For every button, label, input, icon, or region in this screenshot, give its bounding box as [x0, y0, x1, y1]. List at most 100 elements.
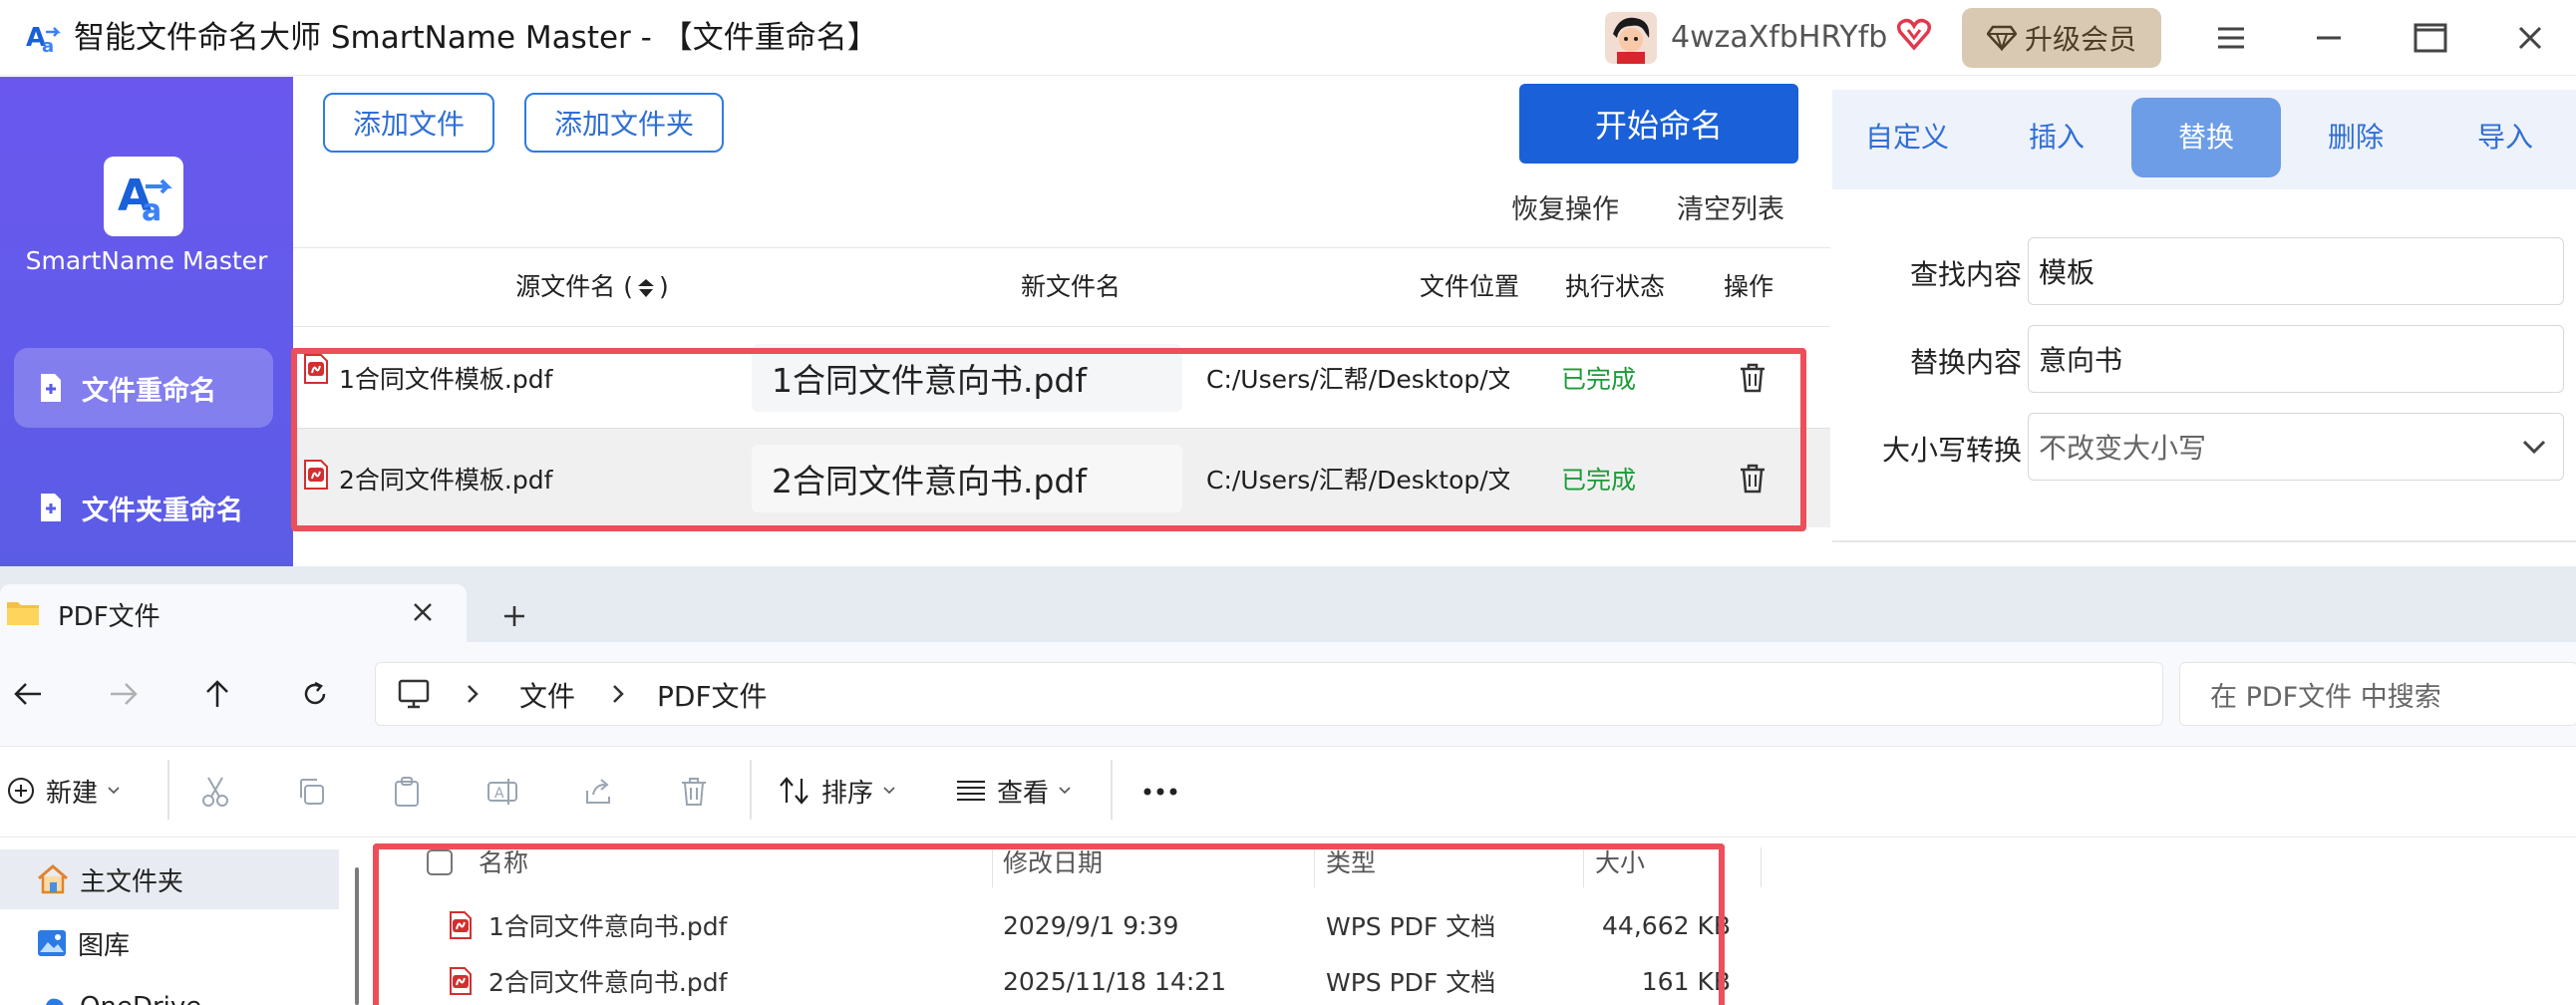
title-bar: A a 智能文件命名大师 SmartName Master - 【文件重命名】 … [0, 0, 2576, 76]
file-modified: 2025/11/18 14:21 [1003, 966, 1227, 996]
file-size: 44,662 KB [1602, 910, 1731, 940]
column-header-type[interactable]: 类型 [1326, 843, 1376, 879]
table-row[interactable]: 1合同文件模板.pdf 1合同文件意向书.pdf C:/Users/汇帮/Des… [293, 328, 1830, 428]
cut-icon[interactable] [193, 770, 237, 814]
brand-name: SmartName Master [25, 246, 268, 275]
file-name: 1合同文件意向书.pdf [488, 912, 728, 941]
table-empty-area [293, 527, 1830, 566]
refresh-icon[interactable] [289, 668, 341, 720]
vip-heart-icon [1894, 14, 1934, 54]
column-header-new-name: 新文件名 [1020, 272, 1121, 301]
back-arrow-icon[interactable] [2, 668, 54, 720]
pdf-icon [303, 354, 329, 384]
status-badge: 已完成 [1561, 466, 1637, 495]
find-input[interactable]: 模板 [2028, 237, 2564, 305]
clear-list-button[interactable]: 清空列表 [1677, 187, 1784, 226]
new-filename-input[interactable]: 1合同文件意向书.pdf [752, 344, 1182, 412]
divider [167, 760, 169, 820]
rename-icon[interactable]: A [481, 770, 524, 814]
close-icon[interactable] [2506, 14, 2554, 62]
up-arrow-icon[interactable] [191, 668, 243, 720]
diamond-icon [1986, 25, 2017, 51]
address-bar[interactable]: 文件 PDF文件 [375, 662, 2163, 726]
new-tab-icon[interactable] [494, 596, 534, 636]
column-divider [1761, 847, 1762, 887]
nav-item-gallery[interactable]: 图库 [0, 913, 339, 973]
tab-delete[interactable]: 删除 [2281, 98, 2430, 177]
minimize-icon[interactable] [2305, 14, 2353, 62]
plus-circle-icon [6, 776, 36, 806]
list-view-icon [955, 778, 987, 804]
delete-icon[interactable] [672, 770, 716, 814]
cloud-icon [36, 995, 70, 1005]
replace-input[interactable]: 意向书 [2028, 325, 2564, 393]
column-header-source[interactable]: 源文件名 () [383, 248, 802, 326]
explorer-tab[interactable]: PDF文件 [0, 584, 467, 642]
upgrade-label: 升级会员 [2024, 23, 2136, 56]
rule-tabs: 自定义 插入 替换 删除 导入 [1832, 90, 2576, 189]
sidebar-item-label: 文件重命名 [82, 375, 216, 407]
new-filename-input[interactable]: 2合同文件意向书.pdf [752, 445, 1182, 512]
case-select[interactable]: 不改变大小写 [2028, 413, 2564, 481]
copy-icon[interactable] [289, 770, 333, 814]
add-file-button[interactable]: 添加文件 [323, 93, 494, 153]
user-avatar[interactable] [1605, 12, 1657, 64]
svg-text:a: a [142, 193, 161, 228]
file-location-cell: C:/Users/汇帮/Desktop/文件 [1206, 365, 1509, 394]
tab-insert[interactable]: 插入 [1982, 98, 2131, 177]
find-label: 查找内容 [1909, 258, 2022, 291]
sort-icon [635, 277, 657, 299]
view-button[interactable]: 查看 [955, 768, 1071, 814]
close-tab-icon[interactable] [409, 598, 437, 626]
sort-button[interactable]: 排序 [778, 768, 895, 814]
file-list-item[interactable]: 1合同文件意向书.pdf 2029/9/1 9:39 WPS PDF 文档 44… [379, 897, 1735, 953]
new-button[interactable]: 新建 [6, 768, 120, 814]
breadcrumb-item[interactable]: PDF文件 [657, 675, 768, 715]
column-header-size[interactable]: 大小 [1595, 843, 1645, 879]
sidebar-item-folder-rename[interactable]: 文件夹重命名 [14, 468, 273, 547]
file-plus-icon [38, 373, 64, 403]
column-header-action: 操作 [1723, 272, 1773, 301]
table-row[interactable]: 2合同文件模板.pdf 2合同文件意向书.pdf C:/Users/汇帮/Des… [293, 428, 1830, 527]
svg-text:A: A [494, 786, 504, 802]
undo-button[interactable]: 恢复操作 [1511, 187, 1619, 226]
nav-item-onedrive[interactable]: OneDrive [0, 977, 339, 1005]
trash-icon[interactable] [1739, 328, 1782, 428]
file-list-item[interactable]: 2合同文件意向书.pdf 2025/11/18 14:21 WPS PDF 文档… [379, 953, 1735, 1005]
navpane-scrollbar[interactable] [355, 867, 359, 1005]
tab-replace[interactable]: 替换 [2131, 98, 2281, 177]
pdf-icon [303, 460, 329, 490]
add-folder-button[interactable]: 添加文件夹 [524, 93, 724, 153]
chevron-right-icon [466, 683, 480, 705]
column-divider [992, 847, 993, 887]
pdf-icon [449, 897, 473, 953]
search-input[interactable]: 在 PDF文件 中搜索 [2179, 662, 2576, 726]
maximize-icon[interactable] [2407, 14, 2454, 62]
breadcrumb-item[interactable]: 文件 [519, 675, 575, 715]
window-title: 智能文件命名大师 SmartName Master - 【文件重命名】 [74, 20, 878, 56]
paste-icon[interactable] [385, 770, 429, 814]
tab-custom[interactable]: 自定义 [1832, 98, 1982, 177]
start-rename-button[interactable]: 开始命名 [1519, 84, 1798, 164]
menu-icon[interactable] [2207, 14, 2255, 62]
select-all-checkbox[interactable] [427, 849, 453, 875]
sort-icon [778, 776, 811, 806]
trash-icon[interactable] [1739, 429, 1782, 528]
column-header-name[interactable]: 名称 [479, 843, 528, 879]
upgrade-vip-button[interactable]: 升级会员 [1962, 8, 2161, 68]
more-options-icon[interactable] [1138, 770, 1182, 814]
share-icon[interactable] [576, 770, 620, 814]
forward-arrow-icon[interactable] [98, 668, 150, 720]
svg-text:a: a [42, 36, 54, 56]
chevron-right-icon [611, 683, 625, 705]
home-icon [36, 864, 70, 894]
sidebar-item-file-rename[interactable]: 文件重命名 [14, 348, 273, 428]
nav-item-home[interactable]: 主文件夹 [0, 849, 339, 909]
file-type: WPS PDF 文档 [1326, 912, 1496, 941]
file-type: WPS PDF 文档 [1326, 968, 1496, 997]
username: 4wzaXfbHRYfb [1671, 20, 1888, 55]
column-header-modified[interactable]: 修改日期 [1003, 843, 1103, 879]
folder-icon [6, 598, 40, 626]
tab-import[interactable]: 导入 [2430, 98, 2576, 177]
brand-logo-icon: A a [104, 157, 183, 236]
